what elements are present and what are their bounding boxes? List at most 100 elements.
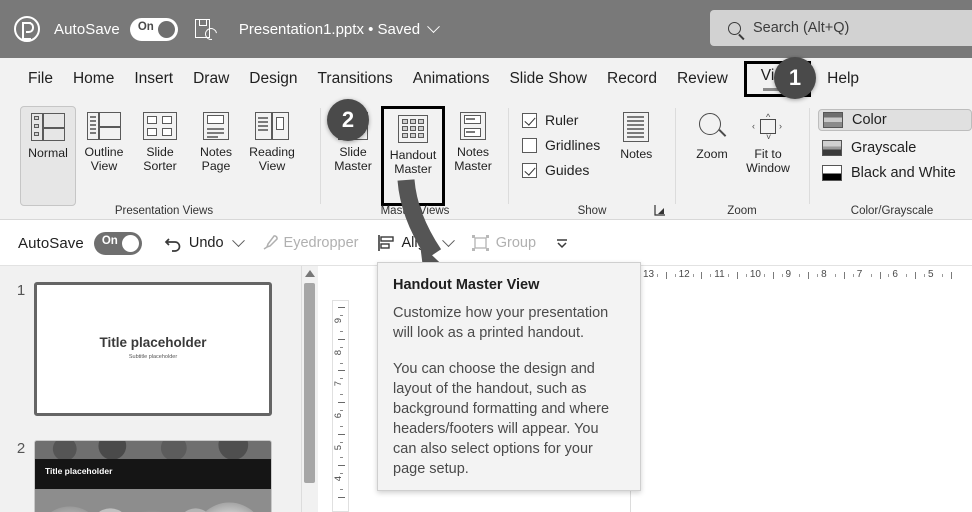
slide-preview-1[interactable]: Title placeholder Subtitle placeholder — [34, 282, 272, 416]
eyedropper-label: Eyedropper — [283, 235, 359, 251]
outline-view-icon — [87, 112, 121, 140]
qat-autosave-label: AutoSave — [18, 234, 84, 252]
slide-number-2: 2 — [16, 440, 26, 457]
group-presentation-views: Normal Outline View Slide Sorter Notes P… — [8, 100, 320, 220]
ruler-tick-mark — [710, 274, 712, 277]
ruler-tick-mark — [799, 274, 801, 277]
title-bar: AutoSave On Presentation1.pptx • Saved — [0, 0, 972, 58]
normal-view-button[interactable]: Normal — [20, 106, 76, 206]
fit-to-window-label: Fit to Window — [746, 147, 790, 175]
tab-record[interactable]: Record — [597, 66, 667, 92]
ruler-tick-mark — [692, 274, 694, 277]
color-option[interactable]: Color — [818, 109, 972, 131]
tab-help[interactable]: Help — [817, 66, 869, 92]
outline-view-button[interactable]: Outline View — [76, 106, 132, 173]
ruler-tick-label: 6 — [333, 412, 344, 419]
align-button[interactable]: Align — [377, 233, 455, 252]
black-and-white-swatch — [822, 165, 842, 181]
tab-transitions[interactable]: Transitions — [308, 66, 403, 92]
notes-master-icon — [460, 112, 486, 140]
eyedropper-icon — [263, 235, 278, 250]
grayscale-option-label: Grayscale — [851, 140, 917, 156]
slide-thumbnail-1[interactable]: 1 Title placeholder Subtitle placeholder — [8, 282, 272, 416]
guides-checkbox[interactable] — [522, 162, 537, 178]
annotation-badge-1: 1 — [774, 57, 816, 99]
vertical-ruler[interactable]: 9 8 7 6 5 4 — [332, 300, 349, 512]
tab-design[interactable]: Design — [239, 66, 307, 92]
chevron-down-icon[interactable] — [427, 19, 440, 33]
group-label-zoom: Zoom — [727, 205, 757, 217]
thumbnail-scrollbar[interactable] — [302, 266, 318, 512]
slide-sorter-button[interactable]: Slide Sorter — [132, 106, 188, 173]
qat-overflow-button[interactable] — [554, 236, 570, 250]
ruler-tick-mark — [674, 274, 676, 277]
grayscale-swatch — [822, 140, 842, 156]
ruler-checkbox[interactable] — [522, 112, 537, 128]
fit-to-window-button[interactable]: ^ ˅ ‹ › Fit to Window — [740, 106, 796, 176]
powerpoint-logo-icon — [14, 16, 40, 42]
grayscale-option[interactable]: Grayscale — [822, 140, 972, 156]
search-icon — [728, 21, 741, 35]
save-sync-icon[interactable] — [194, 18, 220, 43]
slide-thumbnail-2[interactable]: 2 Title placeholder — [8, 440, 272, 512]
reading-view-icon — [255, 112, 289, 140]
scroll-up-arrow-icon[interactable] — [305, 270, 315, 277]
ruler-tick-mark — [808, 272, 810, 279]
slide-number-1: 1 — [16, 282, 26, 299]
ruler-tick-mark — [340, 346, 343, 348]
guides-checkbox-row[interactable]: Guides — [522, 162, 600, 178]
ruler-tick-label: 8 — [821, 269, 827, 280]
handout-master-tooltip: Handout Master View Customize how your p… — [377, 262, 641, 491]
notes-button-label: Notes — [620, 147, 653, 161]
dialog-launcher-icon[interactable] — [654, 204, 666, 216]
tab-home[interactable]: Home — [63, 66, 124, 92]
ruler-tick-mark — [338, 497, 345, 499]
black-and-white-option[interactable]: Black and White — [822, 165, 972, 181]
horizontal-ruler[interactable]: 13 12 11 10 9 8 7 6 5 — [630, 266, 972, 286]
tab-review[interactable]: Review — [667, 66, 738, 92]
handout-master-button[interactable]: Handout Master — [381, 106, 445, 206]
ruler-checkbox-row[interactable]: Ruler — [522, 112, 600, 128]
black-and-white-option-label: Black and White — [851, 165, 956, 181]
group-zoom: Zoom ^ ˅ ‹ › Fit to Window Zoom — [678, 100, 806, 220]
ruler-tick-mark — [817, 274, 819, 277]
zoom-button[interactable]: Zoom — [684, 106, 740, 161]
ruler-tick-label: 7 — [333, 381, 344, 387]
notes-button[interactable]: Notes — [608, 112, 664, 187]
ruler-tick-mark — [338, 465, 345, 467]
search-input[interactable] — [753, 20, 963, 36]
ruler-tick-mark — [338, 307, 345, 309]
ruler-tick-mark — [879, 272, 881, 279]
tooltip-title: Handout Master View — [393, 277, 540, 293]
slide-thumbnail-pane[interactable]: 1 Title placeholder Subtitle placeholder… — [0, 266, 302, 512]
gridlines-checkbox-row[interactable]: Gridlines — [522, 137, 600, 153]
undo-dropdown-icon[interactable] — [231, 233, 245, 247]
group-icon — [471, 235, 489, 251]
notes-page-button[interactable]: Notes Page — [188, 106, 244, 173]
tab-draw[interactable]: Draw — [183, 66, 239, 92]
ruler-tick-mark — [340, 315, 343, 317]
qat-autosave-toggle[interactable]: On — [93, 231, 142, 255]
ruler-tick-mark — [737, 272, 739, 279]
slide-master-label: Slide Master — [334, 145, 372, 173]
align-dropdown-icon[interactable] — [441, 233, 455, 247]
ruler-tick-mark — [915, 272, 917, 279]
tab-slide-show[interactable]: Slide Show — [499, 66, 597, 92]
tab-animations[interactable]: Animations — [403, 66, 500, 92]
tab-insert[interactable]: Insert — [124, 66, 183, 92]
gridlines-checkbox[interactable] — [522, 137, 537, 153]
autosave-toggle[interactable]: On — [129, 17, 178, 41]
tab-file[interactable]: File — [18, 66, 63, 92]
notes-page-icon — [203, 112, 229, 140]
reading-view-button[interactable]: Reading View — [244, 106, 300, 173]
undo-button[interactable]: Undo — [164, 233, 245, 252]
slide-preview-2[interactable]: Title placeholder — [34, 440, 272, 512]
ruler-tick-mark — [745, 274, 747, 277]
notes-master-button[interactable]: Notes Master — [445, 106, 501, 173]
search-box[interactable] — [710, 10, 972, 46]
ruler-tick-mark — [340, 394, 343, 396]
group-show: Ruler Gridlines Guides Notes Show — [512, 100, 672, 220]
ruler-tick-mark — [338, 370, 345, 372]
slide-canvas[interactable] — [630, 287, 972, 512]
scrollbar-thumb[interactable] — [304, 283, 315, 483]
